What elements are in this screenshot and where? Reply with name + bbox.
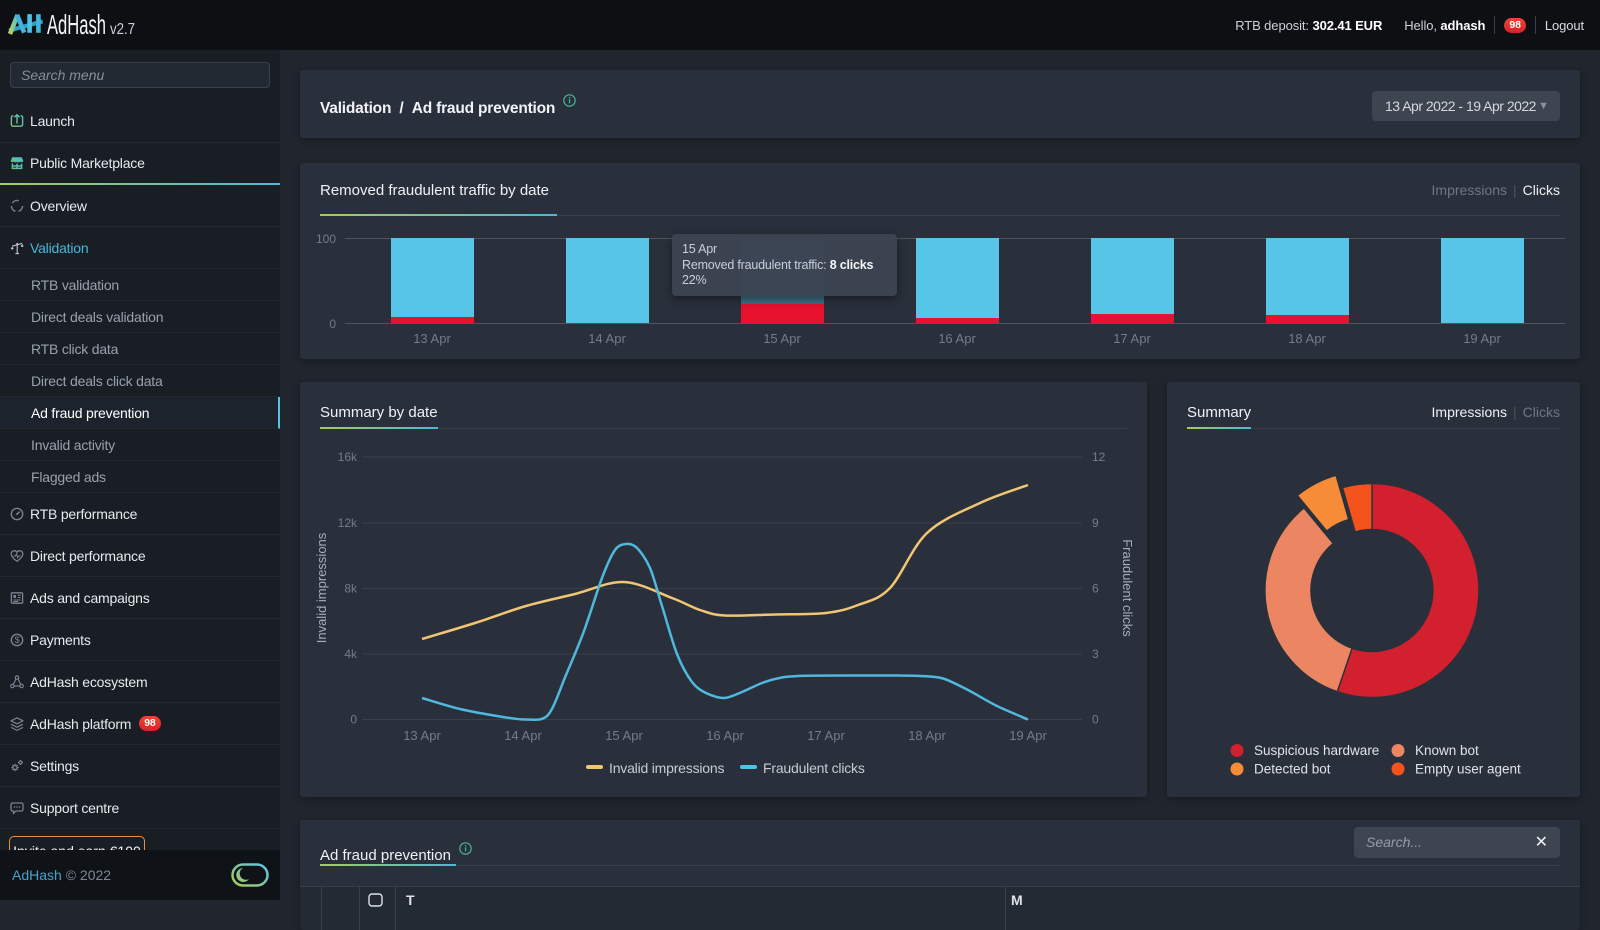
svg-text:6: 6 [1092, 582, 1099, 596]
svg-text:0: 0 [1092, 713, 1099, 727]
svg-text:Suspicious hardware: Suspicious hardware [1254, 743, 1379, 758]
svg-text:Fraudulent clicks: Fraudulent clicks [1120, 539, 1135, 637]
svg-text:$: $ [15, 635, 20, 645]
svg-text:Empty user agent: Empty user agent [1415, 762, 1521, 777]
svg-text:17 Apr: 17 Apr [807, 728, 845, 743]
svg-text:12: 12 [1092, 450, 1106, 464]
svg-text:AdHash: AdHash [47, 9, 106, 40]
svg-text:0: 0 [350, 713, 357, 727]
svg-text:Invalid impressions: Invalid impressions [314, 532, 329, 643]
svg-text:18 Apr: 18 Apr [908, 728, 946, 743]
svg-text:3: 3 [1092, 647, 1099, 661]
svg-text:Detected bot: Detected bot [1254, 762, 1331, 777]
svg-text:13 Apr: 13 Apr [403, 728, 441, 743]
svg-text:v2.7: v2.7 [110, 21, 135, 38]
svg-text:15 Apr: 15 Apr [605, 728, 643, 743]
svg-text:Invalid impressions: Invalid impressions [609, 760, 724, 776]
svg-text:12k: 12k [338, 516, 358, 530]
svg-text:4k: 4k [344, 647, 358, 661]
svg-text:8k: 8k [344, 582, 358, 596]
svg-text:Fraudulent clicks: Fraudulent clicks [763, 760, 865, 776]
svg-text:Known bot: Known bot [1415, 743, 1479, 758]
svg-text:16 Apr: 16 Apr [706, 728, 744, 743]
svg-text:9: 9 [1092, 516, 1099, 530]
svg-text:16k: 16k [338, 450, 358, 464]
svg-text:14 Apr: 14 Apr [504, 728, 542, 743]
svg-text:19 Apr: 19 Apr [1009, 728, 1047, 743]
